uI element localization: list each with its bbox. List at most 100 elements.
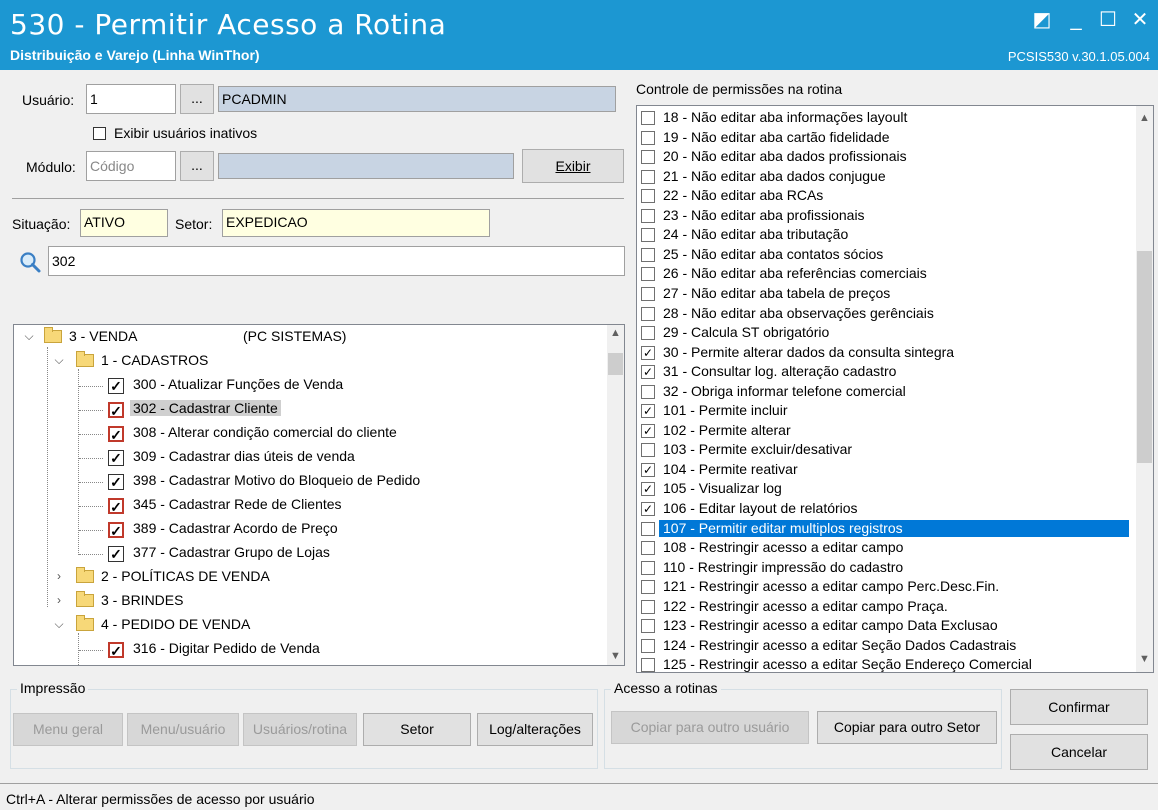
scroll-up-icon[interactable]: ▲: [1136, 110, 1153, 127]
log-alteracoes-button[interactable]: Log/alterações: [477, 713, 593, 746]
user-search-button[interactable]: ...: [180, 84, 214, 114]
permission-checkbox[interactable]: ✓: [641, 482, 655, 497]
permission-checkbox[interactable]: ✓: [641, 404, 655, 419]
tree-node-brindes[interactable]: › 3 - BRINDES: [14, 591, 604, 613]
scroll-down-icon[interactable]: ▼: [1136, 651, 1153, 668]
permission-item[interactable]: 123 - Restringir acesso a editar campo D…: [637, 616, 1137, 636]
permission-checkbox[interactable]: [641, 560, 655, 575]
show-inactive-checkbox[interactable]: [93, 127, 106, 140]
tree-item[interactable]: ✓ 316 - Digitar Pedido de Venda: [14, 639, 604, 661]
permission-checkbox[interactable]: [641, 306, 655, 321]
tree-item-checkbox[interactable]: ✓: [108, 474, 124, 490]
permission-item[interactable]: ✓ 101 - Permite incluir: [637, 401, 1137, 421]
permission-checkbox[interactable]: [641, 286, 655, 301]
routine-tree[interactable]: ⌵ 3 - VENDA (PC SISTEMAS) ⌵ 1 - CADASTRO…: [13, 324, 625, 666]
scroll-thumb[interactable]: [1137, 251, 1152, 463]
permission-checkbox[interactable]: [641, 130, 655, 145]
permission-item[interactable]: ✓ 31 - Consultar log. alteração cadastro: [637, 362, 1137, 382]
permission-checkbox[interactable]: [641, 111, 655, 125]
tree-scrollbar[interactable]: ▲ ▼: [607, 325, 624, 665]
permission-item[interactable]: 107 - Permitir editar multiplos registro…: [637, 519, 1137, 539]
permission-item[interactable]: 23 - Não editar aba profissionais: [637, 206, 1137, 226]
permission-checkbox[interactable]: [641, 267, 655, 282]
tree-item[interactable]: ✓ 398 - Cadastrar Motivo do Bloqueio de P…: [14, 471, 604, 493]
permission-item[interactable]: ✓ 102 - Permite alterar: [637, 421, 1137, 441]
usuarios-rotina-button[interactable]: Usuários/rotina: [243, 713, 357, 746]
minimize-icon[interactable]: _: [1064, 8, 1088, 32]
cancelar-button[interactable]: Cancelar: [1010, 734, 1148, 770]
chevron-down-icon[interactable]: ⌵: [22, 329, 36, 344]
permission-item[interactable]: 122 - Restringir acesso a editar campo P…: [637, 597, 1137, 617]
permission-checkbox[interactable]: ✓: [641, 462, 655, 477]
copiar-setor-button[interactable]: Copiar para outro Setor: [817, 711, 997, 744]
permission-item[interactable]: 108 - Restringir acesso a editar campo: [637, 538, 1137, 558]
tree-node-politicas[interactable]: › 2 - POLÍTICAS DE VENDA: [14, 567, 604, 589]
chevron-down-icon[interactable]: ⌵: [52, 617, 66, 632]
permission-item[interactable]: 20 - Não editar aba dados profissionais: [637, 147, 1137, 167]
chevron-down-icon[interactable]: ⌵: [52, 353, 66, 368]
scroll-down-icon[interactable]: ▼: [607, 648, 624, 665]
tree-item-checkbox[interactable]: ✓: [108, 642, 124, 658]
permission-checkbox[interactable]: [641, 326, 655, 341]
close-icon[interactable]: ✕: [1128, 8, 1152, 32]
tree-node-pedido[interactable]: ⌵ 4 - PEDIDO DE VENDA: [14, 615, 604, 637]
tree-item-checkbox[interactable]: ✓: [108, 546, 124, 562]
permission-checkbox[interactable]: [641, 443, 655, 458]
chevron-right-icon[interactable]: ›: [52, 569, 66, 583]
permission-item[interactable]: 110 - Restringir impressão do cadastro: [637, 558, 1137, 578]
setor-button[interactable]: Setor: [363, 713, 471, 746]
permission-item[interactable]: 25 - Não editar aba contatos sócios: [637, 245, 1137, 265]
permission-item[interactable]: 125 - Restringir acesso a editar Seção E…: [637, 655, 1137, 672]
permission-checkbox[interactable]: [641, 189, 655, 204]
permission-checkbox[interactable]: [641, 541, 655, 556]
tree-item-checkbox[interactable]: ✓: [108, 498, 124, 514]
permission-checkbox[interactable]: [641, 599, 655, 614]
chevron-right-icon[interactable]: ›: [52, 593, 66, 607]
copiar-usuario-button[interactable]: Copiar para outro usuário: [611, 711, 809, 744]
permission-checkbox[interactable]: [641, 228, 655, 243]
tree-item-checkbox[interactable]: ✓: [108, 522, 124, 538]
permission-item[interactable]: 26 - Não editar aba referências comercia…: [637, 264, 1137, 284]
confirmar-button[interactable]: Confirmar: [1010, 689, 1148, 725]
tree-item[interactable]: ✓ 300 - Atualizar Funções de Venda: [14, 375, 604, 397]
permissions-list[interactable]: 18 - Não editar aba informações layoult 1…: [636, 105, 1154, 673]
search-input[interactable]: 302: [48, 246, 625, 276]
permission-item[interactable]: 22 - Não editar aba RCAs: [637, 186, 1137, 206]
permission-item[interactable]: 21 - Não editar aba dados conjugue: [637, 167, 1137, 187]
tree-item-checkbox[interactable]: ✓: [108, 378, 124, 394]
permission-item[interactable]: 29 - Calcula ST obrigatório: [637, 323, 1137, 343]
permission-item[interactable]: 18 - Não editar aba informações layoult: [637, 108, 1137, 128]
user-code-input[interactable]: 1: [86, 84, 176, 114]
menu-geral-button[interactable]: Menu geral: [13, 713, 123, 746]
permission-item[interactable]: ✓ 30 - Permite alterar dados da consulta …: [637, 343, 1137, 363]
permission-item[interactable]: ✓ 104 - Permite reativar: [637, 460, 1137, 480]
permission-item[interactable]: 124 - Restringir acesso a editar Seção D…: [637, 636, 1137, 656]
menu-usuario-button[interactable]: Menu/usuário: [127, 713, 239, 746]
tree-node-cadastros[interactable]: ⌵ 1 - CADASTROS: [14, 351, 604, 373]
permission-checkbox[interactable]: [641, 521, 655, 536]
permission-checkbox[interactable]: [641, 150, 655, 165]
scroll-up-icon[interactable]: ▲: [607, 325, 624, 342]
tree-item-checkbox[interactable]: ✓: [108, 402, 124, 418]
permission-checkbox[interactable]: ✓: [641, 502, 655, 516]
permission-item[interactable]: ✓ 105 - Visualizar log: [637, 479, 1137, 499]
tree-item[interactable]: ✓ 389 - Cadastrar Acordo de Preço: [14, 519, 604, 541]
exibir-button[interactable]: Exibir: [522, 149, 624, 183]
permission-item[interactable]: ✓ 106 - Editar layout de relatórios: [637, 499, 1137, 519]
tree-node-venda[interactable]: ⌵ 3 - VENDA (PC SISTEMAS): [14, 327, 604, 349]
permission-checkbox[interactable]: [641, 619, 655, 634]
permission-item[interactable]: 28 - Não editar aba observações gerência…: [637, 304, 1137, 324]
permission-item[interactable]: 103 - Permite excluir/desativar: [637, 440, 1137, 460]
permission-checkbox[interactable]: [641, 247, 655, 262]
permission-checkbox[interactable]: [641, 580, 655, 595]
tree-item[interactable]: ✓ 309 - Cadastrar dias úteis de venda: [14, 447, 604, 469]
permission-checkbox[interactable]: [641, 384, 655, 399]
permission-item[interactable]: 24 - Não editar aba tributação: [637, 225, 1137, 245]
tree-item-checkbox[interactable]: ✓: [108, 426, 124, 442]
permission-checkbox[interactable]: [641, 208, 655, 223]
module-code-input[interactable]: Código: [86, 151, 176, 181]
permission-checkbox[interactable]: ✓: [641, 345, 655, 360]
permission-item[interactable]: 27 - Não editar aba tabela de preços: [637, 284, 1137, 304]
tree-item[interactable]: ✓ 377 - Cadastrar Grupo de Lojas: [14, 543, 604, 565]
tree-item[interactable]: ✓ 345 - Cadastrar Rede de Clientes: [14, 495, 604, 517]
